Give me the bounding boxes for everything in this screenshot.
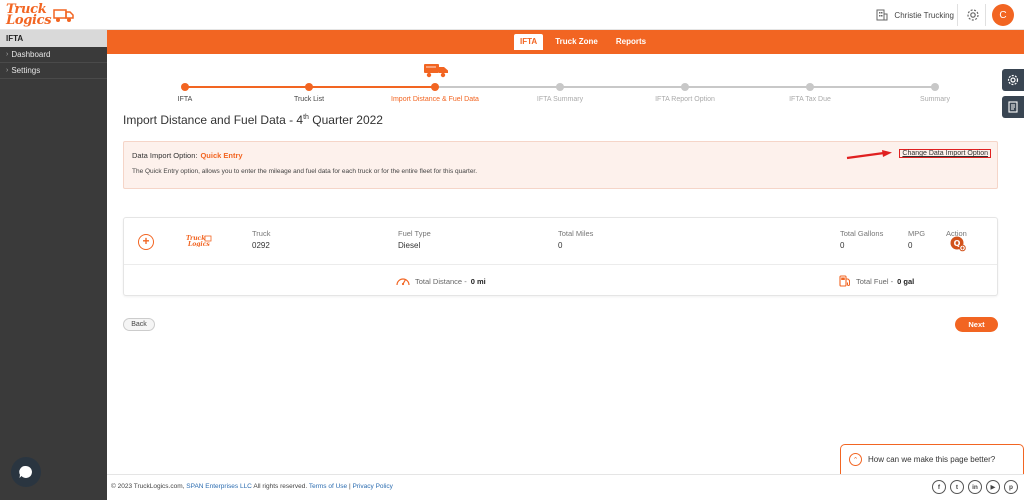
gear-icon [967, 9, 979, 21]
col-header-total-gallons: Total Gallons [840, 229, 884, 238]
stepper-connector [685, 86, 810, 88]
footer-terms-link[interactable]: Terms of Use [309, 483, 347, 490]
stepper-dot [305, 83, 313, 91]
stepper-dot [556, 83, 564, 91]
import-option-label: Data Import Option: Quick Entry [132, 151, 243, 160]
page-title: Import Distance and Fuel Data - 4th Quar… [123, 113, 383, 127]
quick-entry-action-icon[interactable]: Q [950, 236, 966, 252]
stepper-connector [560, 86, 685, 88]
col-header-mpg: MPG [908, 229, 926, 238]
truck-number: 0292 [252, 241, 270, 250]
truck-logics-logo[interactable]: Truck Logics [6, 2, 75, 28]
tab-ifta[interactable]: IFTA [514, 34, 544, 50]
linkedin-icon[interactable]: in [968, 480, 982, 494]
feedback-prompt[interactable]: ⌃ How can we make this page better? [840, 444, 1024, 474]
import-option-description: The Quick Entry option, allows you to en… [132, 168, 478, 175]
footer-company-link[interactable]: SPAN Enterprises LLC [186, 483, 252, 490]
truck-logics-mini-logo: Truck Logics [186, 235, 212, 247]
tab-truck-zone[interactable]: Truck Zone [549, 34, 604, 50]
col-header-fuel-type: Fuel Type [398, 229, 431, 238]
mpg-value: 0 [908, 241, 913, 250]
fuel-pump-icon [839, 275, 850, 287]
page-footer: © 2023 TruckLogics.com, SPAN Enterprises… [107, 474, 1024, 500]
company-selector[interactable]: Christie Trucking [876, 6, 954, 24]
sidebar-item-label: Settings [11, 66, 41, 75]
stepper-connector [810, 86, 935, 88]
progress-stepper: IFTA Truck List Import Distance & Fuel Dat… [107, 54, 1024, 110]
stepper-dot [431, 83, 439, 91]
col-header-truck: Truck [252, 229, 271, 238]
footer-copyright: © 2023 TruckLogics.com, SPAN Enterprises… [111, 483, 393, 490]
total-distance-value: 0 mi [470, 276, 486, 286]
stepper-label: Summary [920, 96, 950, 103]
settings-button[interactable] [964, 6, 982, 24]
tab-reports[interactable]: Reports [610, 34, 652, 50]
user-avatar[interactable]: C [992, 4, 1014, 26]
sidebar-item-label: Dashboard [11, 50, 51, 59]
stepper-label: IFTA Tax Due [789, 96, 831, 103]
stepper-connector [185, 86, 309, 88]
total-distance: Total Distance - 0 mi [395, 274, 486, 288]
back-button[interactable]: Back [123, 318, 155, 331]
import-option-panel: Data Import Option: Quick Entry The Quick… [123, 141, 998, 189]
header-divider [957, 4, 958, 26]
stepper-label: IFTA [177, 96, 193, 103]
sidebar: IFTA › Dashboard › Settings [0, 30, 107, 500]
change-data-import-option-link[interactable]: Change Data Import Option [899, 149, 991, 158]
sidebar-section-ifta[interactable]: IFTA [0, 30, 107, 47]
facebook-icon[interactable]: f [932, 480, 946, 494]
logo-truck-icon [53, 9, 75, 22]
import-option-value: Quick Entry [200, 151, 243, 160]
stepper-dot [931, 83, 939, 91]
col-header-total-miles: Total Miles [558, 229, 594, 238]
total-fuel: Total Fuel - 0 gal [838, 274, 914, 288]
twitter-icon[interactable]: t [950, 480, 964, 494]
stepper-label: IFTA Summary [536, 96, 584, 103]
stepper-dot [181, 83, 189, 91]
add-entry-button[interactable]: + [138, 234, 154, 250]
next-button[interactable]: Next [955, 317, 998, 332]
delivery-truck-icon [424, 64, 448, 78]
total-gallons-value: 0 [840, 241, 845, 250]
total-fuel-value: 0 gal [897, 276, 915, 286]
svg-text:Logics: Logics [187, 241, 210, 247]
fuel-type-value: Diesel [398, 241, 421, 250]
sidebar-item-settings[interactable]: › Settings [0, 63, 107, 79]
chevron-up-icon: ⌃ [849, 453, 862, 466]
chevron-right-icon: › [6, 51, 9, 58]
stepper-connector [309, 86, 435, 88]
main-nav-bar: IFTA Truck Zone Reports [107, 30, 1024, 54]
stepper-label: Import Distance & Fuel Data [391, 96, 479, 103]
stepper-dot [806, 83, 814, 91]
header-divider [985, 4, 986, 26]
building-icon [876, 9, 888, 21]
red-arrow-annotation [846, 150, 892, 160]
logo-line-2: Logics [6, 13, 52, 28]
total-miles-value: 0 [558, 241, 563, 250]
chat-widget-button[interactable] [11, 457, 41, 487]
pinterest-icon[interactable]: p [1004, 480, 1018, 494]
stepper-label: IFTA Report Option [655, 96, 715, 103]
stepper-label: Truck List [293, 96, 325, 103]
company-name: Christie Trucking [894, 10, 954, 20]
card-divider [124, 264, 997, 265]
feedback-text: How can we make this page better? [868, 455, 996, 464]
truck-data-card: + Truck Logics Truck 0292 Fuel Type Dies… [123, 217, 998, 296]
chat-icon [19, 465, 32, 478]
chevron-right-icon: › [6, 67, 9, 74]
stepper-connector [435, 86, 560, 88]
nav-tabs: IFTA Truck Zone Reports [514, 34, 652, 50]
social-links: f t in ▶ p [932, 480, 1018, 494]
stepper-dot [681, 83, 689, 91]
sidebar-item-dashboard[interactable]: › Dashboard [0, 47, 107, 63]
top-header: Truck Logics Christie Trucking C [0, 0, 1024, 30]
speedometer-icon [396, 278, 410, 286]
youtube-icon[interactable]: ▶ [986, 480, 1000, 494]
footer-privacy-link[interactable]: Privacy Policy [352, 483, 392, 490]
